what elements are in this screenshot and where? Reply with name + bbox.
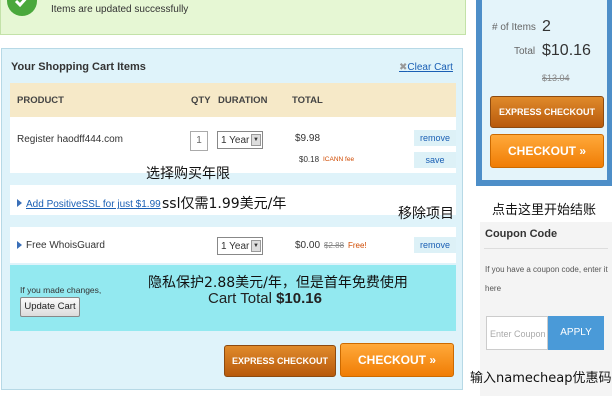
order-summary: # of Items 2 Total $10.16 $13.04 EXPRESS… bbox=[476, 0, 612, 186]
chevron-down-icon: ▼ bbox=[251, 134, 261, 146]
icann-fee: $0.18 bbox=[299, 155, 320, 164]
whoisguard-item: Free WhoisGuard bbox=[17, 240, 105, 251]
shopping-cart-panel: Your Shopping Cart Items ✖Clear Cart PRO… bbox=[1, 48, 463, 390]
check-icon bbox=[7, 0, 37, 16]
ssl-offer-link[interactable]: Add PositiveSSL for just $1.99 bbox=[26, 199, 161, 210]
quantity-field[interactable]: 1 bbox=[190, 131, 208, 151]
header-product: PRODUCT bbox=[17, 95, 64, 106]
cart-title: Your Shopping Cart Items bbox=[11, 61, 146, 73]
cart-total: Cart Total $10.16 bbox=[208, 290, 322, 307]
item-total: $9.98 bbox=[295, 133, 321, 144]
icann-fee-label: ICANN fee bbox=[323, 156, 355, 163]
summary-express-checkout-button[interactable]: EXPRESS CHECKOUT bbox=[490, 96, 604, 128]
whoisguard-old-price: $2.88 bbox=[324, 241, 345, 250]
product-name: Register haodff444.com bbox=[17, 134, 123, 145]
duration-select[interactable]: 1 Year ▼ bbox=[217, 131, 263, 149]
header-duration: DURATION bbox=[218, 95, 268, 106]
annotation-ssl-price: ssl仅需1.99美元/年 bbox=[162, 196, 287, 212]
whoisguard-name: Free WhoisGuard bbox=[26, 240, 105, 251]
clear-cart-label: Clear Cart bbox=[407, 62, 453, 73]
table-header: PRODUCT QTY DURATION TOTAL bbox=[10, 83, 456, 117]
order-summary-inner: # of Items 2 Total $10.16 $13.04 EXPRESS… bbox=[482, 0, 607, 180]
whoisguard-total: $0.00 bbox=[295, 240, 321, 251]
free-label: Free! bbox=[348, 241, 367, 250]
annotation-remove-item: 移除项目 bbox=[398, 206, 454, 222]
ssl-offer[interactable]: Add PositiveSSL for just $1.99 bbox=[17, 194, 161, 212]
annotation-choose-year: 选择购买年限 bbox=[146, 166, 230, 182]
divider bbox=[484, 248, 608, 249]
remove-link[interactable]: remove bbox=[414, 130, 456, 146]
header-qty: QTY bbox=[191, 95, 211, 106]
items-label: # of Items bbox=[492, 22, 536, 33]
express-checkout-button[interactable]: EXPRESS CHECKOUT bbox=[224, 345, 336, 377]
annotation-privacy: 隐私保护2.88美元/年，但是首年免费使用 bbox=[148, 275, 408, 291]
cart-row-whoisguard: Free WhoisGuard 1 Year ▼ $0.00 $2.88 Fre… bbox=[10, 227, 414, 263]
success-banner: Items are updated successfully bbox=[0, 0, 466, 35]
coupon-title: Coupon Code bbox=[485, 228, 558, 240]
annotation-coupon-hint: 输入namecheap优惠码 bbox=[470, 371, 612, 386]
total-label: Total bbox=[514, 46, 536, 57]
coupon-input[interactable]: Enter Coupon bbox=[486, 316, 548, 350]
cart-total-label: Cart Total bbox=[208, 290, 272, 307]
items-count: 2 bbox=[542, 18, 551, 35]
update-cart-button[interactable]: Update Cart bbox=[20, 297, 80, 317]
summary-old-total: $13.04 bbox=[542, 73, 570, 83]
coupon-help-text: If you have a coupon code, enter it here bbox=[485, 265, 608, 293]
duration-value: 1 Year bbox=[221, 241, 250, 252]
remove-link[interactable]: remove bbox=[414, 237, 456, 253]
apply-coupon-button[interactable]: APPLY bbox=[548, 316, 604, 350]
expand-arrow-icon bbox=[17, 198, 22, 207]
header-total: TOTAL bbox=[292, 95, 323, 106]
whoisguard-duration-select[interactable]: 1 Year ▼ bbox=[217, 237, 263, 255]
checkout-button[interactable]: CHECKOUT » bbox=[340, 343, 454, 377]
summary-checkout-button[interactable]: CHECKOUT » bbox=[490, 134, 604, 168]
changes-text: If you made changes, bbox=[20, 285, 102, 295]
annotation-click-checkout: 点击这里开始结账 bbox=[492, 203, 597, 218]
success-message: Items are updated successfully bbox=[51, 4, 189, 15]
clear-cart-link[interactable]: ✖Clear Cart bbox=[399, 62, 453, 73]
row1-actions: remove save bbox=[414, 117, 456, 173]
summary-total: $10.16 bbox=[542, 42, 591, 59]
expand-arrow-icon bbox=[17, 241, 22, 250]
row2-actions: remove bbox=[414, 227, 456, 263]
cart-total-value: $10.16 bbox=[276, 290, 322, 307]
chevron-down-icon: ▼ bbox=[251, 240, 261, 252]
save-link[interactable]: save bbox=[414, 152, 456, 168]
duration-value: 1 Year bbox=[221, 135, 250, 146]
